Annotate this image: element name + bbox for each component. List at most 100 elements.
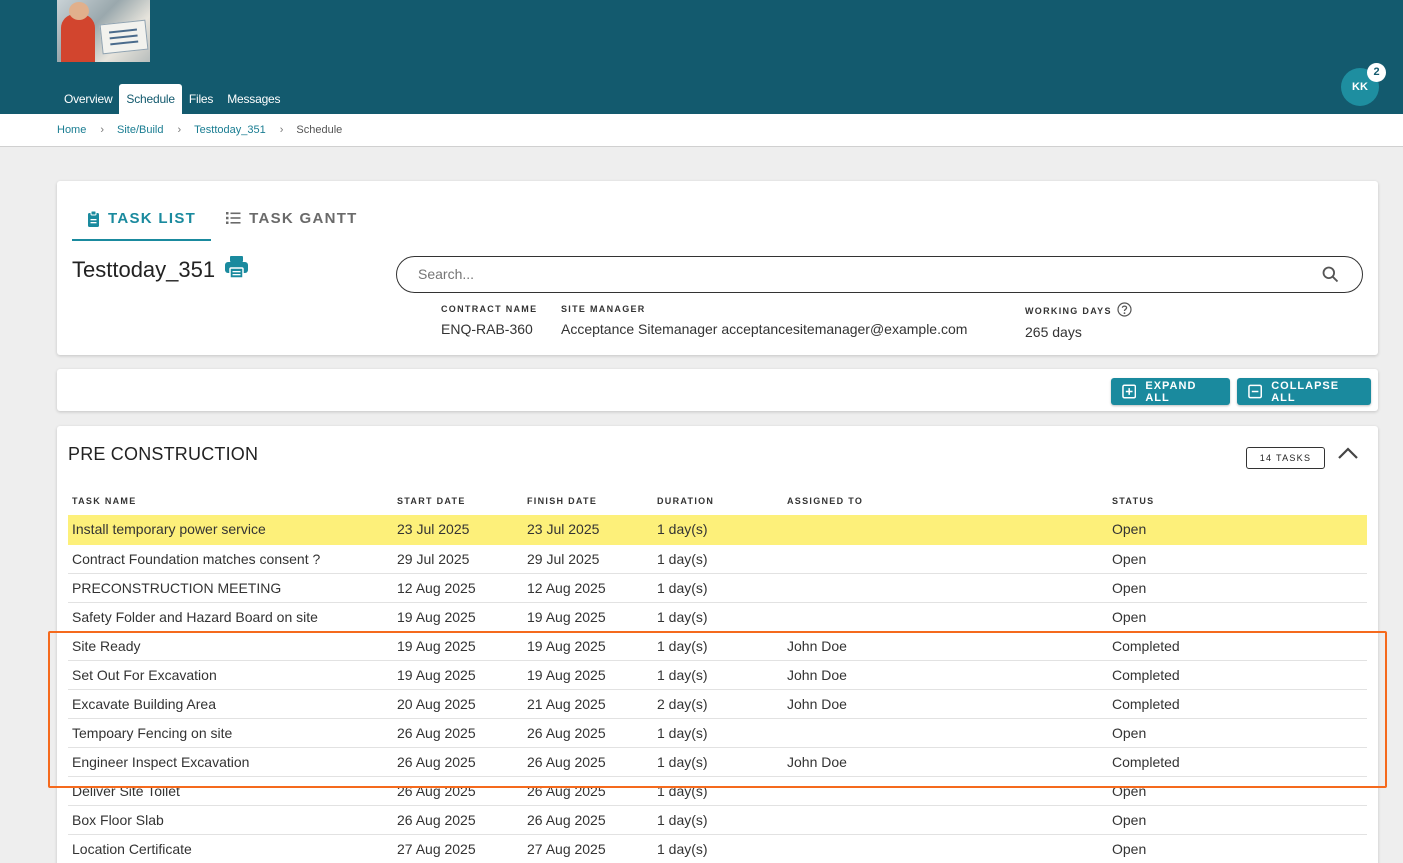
table-row[interactable]: Location Certificate 27 Aug 2025 27 Aug … <box>68 835 1367 863</box>
table-header: TASK NAME START DATE FINISH DATE DURATIO… <box>68 496 1367 510</box>
expand-all-label: EXPAND ALL <box>1145 379 1197 404</box>
nav-tab-messages[interactable]: Messages <box>220 84 287 114</box>
chevron-up-icon[interactable] <box>1337 446 1359 465</box>
start-date: 19 Aug 2025 <box>397 609 476 625</box>
duration: 1 day(s) <box>657 638 708 654</box>
help-icon[interactable] <box>1117 302 1132 319</box>
duration: 1 day(s) <box>657 609 708 625</box>
column-header-finish-date[interactable]: FINISH DATE <box>527 496 597 506</box>
task-status: Completed <box>1112 754 1180 770</box>
print-icon[interactable] <box>225 256 249 284</box>
assigned-to: John Doe <box>787 696 847 712</box>
table-row[interactable]: PRECONSTRUCTION MEETING 12 Aug 2025 12 A… <box>68 574 1367 603</box>
company-logo[interactable] <box>57 0 150 62</box>
breadcrumb-separator: › <box>279 124 284 136</box>
finish-date: 26 Aug 2025 <box>527 812 606 828</box>
table-row[interactable]: Excavate Building Area 20 Aug 2025 21 Au… <box>68 690 1367 719</box>
finish-date: 26 Aug 2025 <box>527 725 606 741</box>
breadcrumb-project[interactable]: Testtoday_351 <box>194 124 266 136</box>
minus-square-icon <box>1248 384 1263 399</box>
tab-task-list[interactable]: TASK LIST <box>72 202 212 241</box>
column-header-assigned-to[interactable]: ASSIGNED TO <box>787 496 863 506</box>
start-date: 26 Aug 2025 <box>397 812 476 828</box>
task-status: Open <box>1112 725 1147 741</box>
tab-label: TASK GANTT <box>249 210 358 227</box>
working-days-field: WORKING DAYS 265 days <box>1025 302 1132 340</box>
column-header-task-name[interactable]: TASK NAME <box>72 496 137 506</box>
duration: 1 day(s) <box>657 667 708 683</box>
task-status: Open <box>1112 521 1147 537</box>
duration: 1 day(s) <box>657 812 708 828</box>
table-row[interactable]: Deliver Site Toilet 26 Aug 2025 26 Aug 2… <box>68 777 1367 806</box>
duration: 1 day(s) <box>657 551 708 567</box>
page-title: Testtoday_351 <box>72 256 249 284</box>
breadcrumb-separator: › <box>100 124 105 136</box>
table-row[interactable]: Set Out For Excavation 19 Aug 2025 19 Au… <box>68 661 1367 690</box>
search-icon[interactable] <box>1322 266 1339 288</box>
working-days-label-row: WORKING DAYS <box>1025 302 1132 319</box>
task-section-card: PRE CONSTRUCTION 14 TASKS TASK NAME STAR… <box>57 426 1378 863</box>
column-header-start-date[interactable]: START DATE <box>397 496 466 506</box>
contract-name-value: ENQ-RAB-360 <box>441 321 533 337</box>
finish-date: 19 Aug 2025 <box>527 609 606 625</box>
task-name: Tempoary Fencing on site <box>72 725 233 741</box>
duration: 1 day(s) <box>657 521 708 537</box>
breadcrumb-site-build[interactable]: Site/Build <box>117 124 163 136</box>
task-name: Site Ready <box>72 638 141 654</box>
start-date: 26 Aug 2025 <box>397 725 476 741</box>
finish-date: 19 Aug 2025 <box>527 667 606 683</box>
finish-date: 26 Aug 2025 <box>527 754 606 770</box>
working-days-value: 265 days <box>1025 324 1082 340</box>
task-name: Engineer Inspect Excavation <box>72 754 250 770</box>
table-row[interactable]: Site Ready 19 Aug 2025 19 Aug 2025 1 day… <box>68 632 1367 661</box>
start-date: 27 Aug 2025 <box>397 841 476 857</box>
nav-tab-schedule[interactable]: Schedule <box>119 84 182 114</box>
section-title: PRE CONSTRUCTION <box>68 444 259 464</box>
working-days-label: WORKING DAYS <box>1025 305 1112 316</box>
top-header: Overview Schedule Files Messages KK 2 <box>0 0 1403 114</box>
finish-date: 29 Jul 2025 <box>527 551 600 567</box>
duration: 1 day(s) <box>657 783 708 799</box>
task-status: Open <box>1112 841 1147 857</box>
table-row[interactable]: Install temporary power service 23 Jul 2… <box>68 515 1367 545</box>
start-date: 23 Jul 2025 <box>397 521 470 537</box>
breadcrumb-home[interactable]: Home <box>57 124 86 136</box>
task-name: Location Certificate <box>72 841 192 857</box>
column-header-status[interactable]: STATUS <box>1112 496 1154 506</box>
list-icon <box>226 212 241 224</box>
assigned-to: John Doe <box>787 667 847 683</box>
start-date: 26 Aug 2025 <box>397 783 476 799</box>
table-row[interactable]: Box Floor Slab 26 Aug 2025 26 Aug 2025 1… <box>68 806 1367 835</box>
start-date: 19 Aug 2025 <box>397 638 476 654</box>
table-row[interactable]: Safety Folder and Hazard Board on site 1… <box>68 603 1367 632</box>
start-date: 26 Aug 2025 <box>397 754 476 770</box>
start-date: 12 Aug 2025 <box>397 580 476 596</box>
task-status: Open <box>1112 783 1147 799</box>
task-name: PRECONSTRUCTION MEETING <box>72 580 282 596</box>
tab-task-gantt[interactable]: TASK GANTT <box>211 202 373 241</box>
expand-all-button[interactable]: EXPAND ALL <box>1111 378 1230 405</box>
search-input[interactable] <box>418 266 1298 282</box>
column-header-duration[interactable]: DURATION <box>657 496 714 506</box>
nav-tab-files[interactable]: Files <box>182 84 220 114</box>
task-name: Install temporary power service <box>72 521 266 537</box>
duration: 1 day(s) <box>657 754 708 770</box>
finish-date: 19 Aug 2025 <box>527 638 606 654</box>
view-tabs: TASK LIST TASK GANTT <box>72 202 373 241</box>
collapse-all-button[interactable]: COLLAPSE ALL <box>1237 378 1371 405</box>
nav-tab-overview[interactable]: Overview <box>57 84 119 114</box>
site-manager-field: SITE MANAGER Acceptance Sitemanager acce… <box>561 304 967 337</box>
notification-badge: 2 <box>1367 63 1386 82</box>
task-status: Open <box>1112 580 1147 596</box>
duration: 1 day(s) <box>657 725 708 741</box>
task-status: Completed <box>1112 696 1180 712</box>
table-row[interactable]: Tempoary Fencing on site 26 Aug 2025 26 … <box>68 719 1367 748</box>
search-box <box>396 256 1363 293</box>
breadcrumb-current: Schedule <box>296 124 343 136</box>
duration: 1 day(s) <box>657 841 708 857</box>
finish-date: 27 Aug 2025 <box>527 841 606 857</box>
table-row[interactable]: Contract Foundation matches consent ? 29… <box>68 545 1367 574</box>
start-date: 19 Aug 2025 <box>397 667 476 683</box>
table-row[interactable]: Engineer Inspect Excavation 26 Aug 2025 … <box>68 748 1367 777</box>
tab-label: TASK LIST <box>108 210 197 227</box>
